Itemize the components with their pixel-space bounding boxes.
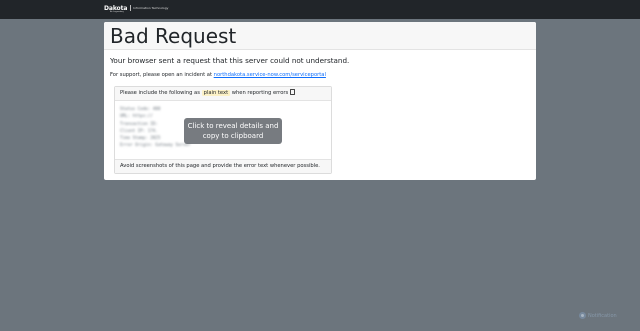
detail-line: Error Origin: Gateway Server: [120, 142, 191, 148]
notification-icon: [579, 312, 586, 319]
blurred-error-details: Status Code: 400 URL: https:// Transacti…: [120, 105, 191, 149]
logo-divider: [130, 5, 132, 11]
logo-tagline: Be Legendary: [110, 11, 124, 13]
error-message: Your browser sent a request that this se…: [110, 56, 350, 65]
detail-line: URL: https://: [120, 113, 153, 119]
detail-line: Transaction ID:: [120, 120, 158, 126]
top-bar: Dakota Be Legendary Information Technolo…: [0, 0, 640, 19]
support-text: For support, please open an incident at …: [110, 72, 326, 78]
notification-widget[interactable]: Notification: [579, 312, 617, 319]
logo-department: Information Technology: [133, 6, 169, 10]
card-header: Bad Request: [104, 22, 536, 50]
detail-line: Time Stamp: 2025: [120, 135, 161, 141]
error-details-box: Please include the following as plain te…: [114, 86, 332, 174]
footer-note: Avoid screenshots of this page and provi…: [120, 163, 320, 169]
detail-line: Client IP: 174.: [120, 127, 158, 133]
plain-text-highlight: plain text: [201, 90, 231, 96]
detail-line: Status Code: 400: [120, 106, 161, 111]
notification-label: Notification: [588, 312, 617, 319]
nd-it-logo[interactable]: Dakota Be Legendary Information Technolo…: [104, 5, 168, 15]
details-box-footer: Avoid screenshots of this page and provi…: [115, 159, 331, 173]
service-portal-link[interactable]: northdakota.service-now.com/serviceporta…: [214, 72, 326, 78]
details-instruction: Please include the following as: [120, 90, 202, 96]
page-title: Bad Request: [110, 24, 237, 48]
details-instruction-suffix: when reporting errors: [230, 90, 289, 96]
reveal-copy-button[interactable]: Click to reveal details and copy to clip…: [184, 118, 282, 144]
details-box-header: Please include the following as plain te…: [115, 87, 331, 101]
support-prefix: For support, please open an incident at: [110, 72, 214, 78]
clipboard-icon: [290, 88, 296, 95]
error-card: Bad Request Your browser sent a request …: [104, 22, 536, 180]
